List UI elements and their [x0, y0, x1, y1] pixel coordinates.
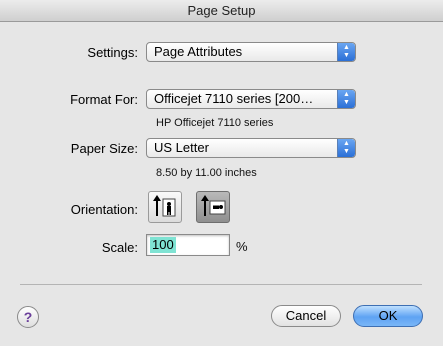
portrait-orientation-icon	[153, 195, 176, 217]
help-button[interactable]: ?	[17, 306, 39, 328]
scale-input-value: 100	[150, 237, 176, 253]
format-for-label: Format For:	[70, 92, 138, 107]
dialog-content: Settings: Page Attributes ▲ ▼ Format For:…	[0, 22, 443, 346]
format-for-description: HP Officejet 7110 series	[156, 117, 274, 129]
page-setup-window: Page Setup Settings: Page Attributes ▲ ▼ …	[0, 0, 443, 346]
paper-size-label: Paper Size:	[70, 141, 138, 156]
format-for-popup-value: Officejet 7110 series [200…	[154, 91, 314, 106]
ok-button[interactable]: OK	[353, 305, 423, 327]
paper-size-description: 8.50 by 11.00 inches	[156, 167, 257, 179]
format-for-popup[interactable]: Officejet 7110 series [200… ▲ ▼	[146, 89, 356, 109]
help-icon: ?	[23, 309, 33, 325]
paper-size-popup-value: US Letter	[154, 140, 209, 155]
up-down-arrows-icon: ▲ ▼	[337, 43, 355, 61]
scale-label: Scale:	[101, 240, 138, 255]
scale-input[interactable]: 100	[146, 234, 230, 256]
separator	[20, 284, 422, 285]
scale-unit: %	[236, 239, 248, 254]
up-down-arrows-icon: ▲ ▼	[337, 90, 355, 108]
settings-label: Settings:	[87, 45, 138, 60]
cancel-button[interactable]: Cancel	[271, 305, 341, 327]
orientation-landscape-button[interactable]	[196, 191, 230, 223]
landscape-orientation-icon	[201, 195, 226, 216]
window-title: Page Setup	[0, 0, 443, 22]
settings-popup-value: Page Attributes	[154, 44, 243, 59]
paper-size-popup[interactable]: US Letter ▲ ▼	[146, 138, 356, 158]
settings-popup[interactable]: Page Attributes ▲ ▼	[146, 42, 356, 62]
orientation-label: Orientation:	[70, 202, 138, 217]
orientation-portrait-button[interactable]	[148, 191, 182, 223]
up-down-arrows-icon: ▲ ▼	[337, 139, 355, 157]
